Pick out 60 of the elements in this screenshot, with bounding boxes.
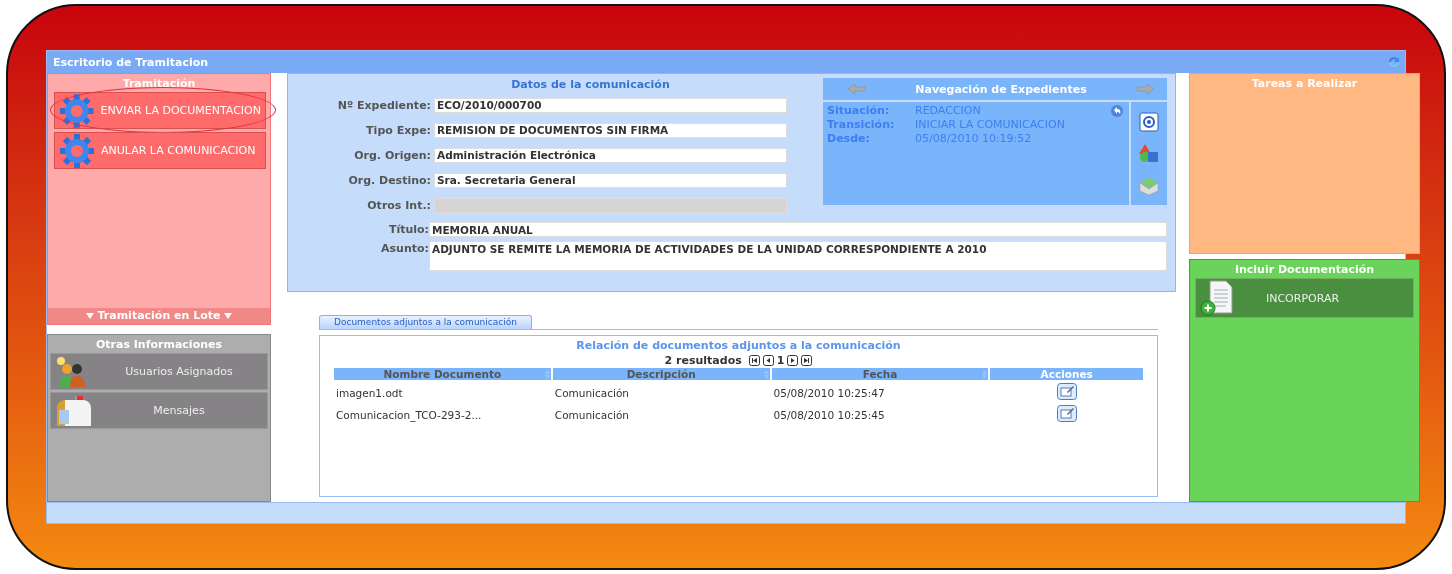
input-field[interactable]: ECO/2010/000700 [434, 98, 787, 113]
action-button[interactable]: ENVIAR LA DOCUMENTACION [54, 92, 266, 129]
column-header[interactable]: Acciones [990, 368, 1143, 380]
next-page-icon[interactable] [787, 355, 799, 366]
table-cell-text: imagen1.odt [335, 385, 404, 401]
field-label: Nº Expediente: [336, 99, 432, 112]
info-value: REDACCION [915, 104, 981, 118]
input-field[interactable]: ADJUNTO SE REMITE LA MEMORIA DE ACTIVIDADES DE LA UNIDAD CORRESPONDIENTE A 2010 [429, 241, 1167, 271]
table-cell-text: Comunicación [553, 385, 630, 401]
field-label: Título: [387, 222, 429, 236]
down-triangle-icon [224, 313, 233, 319]
info-value: 05/08/2010 10:19:52 [915, 132, 1032, 146]
info-label: Transición: [827, 118, 896, 132]
down-triangle-icon [85, 313, 94, 319]
first-page-icon[interactable] [748, 355, 760, 366]
undo-icon[interactable] [1111, 105, 1123, 117]
column-header[interactable]: Fecha [771, 368, 989, 380]
table-cell-text: 05/08/2010 10:25:47 [772, 385, 886, 401]
action-button[interactable]: ANULAR LA COMUNICACION [54, 132, 266, 169]
input-field[interactable]: MEMORIA ANUAL [429, 222, 1167, 237]
refresh-icon[interactable] [1387, 55, 1401, 69]
column-header[interactable]: Descripción [552, 368, 770, 380]
window-title: Escritorio de Tramitacion [53, 55, 209, 69]
incorporar-button[interactable]: INCORPORAR [1195, 278, 1414, 318]
tab[interactable]: Documentos adjuntos a la comunicación [319, 315, 532, 329]
panel-title: Incluir Documentación [1233, 262, 1376, 278]
column-header[interactable]: Nombre Documento [334, 368, 551, 380]
panel-title: Datos de la comunicación [510, 77, 671, 93]
section-heading: Relación de documentos adjuntos a la comunicación [575, 338, 902, 352]
batch-toggle[interactable]: Tramitación en Lote [48, 308, 270, 324]
previous-page-icon[interactable] [762, 355, 774, 366]
gear-icon [59, 132, 95, 169]
field-label: Tipo Expe: [365, 124, 432, 137]
last-page-icon[interactable] [801, 355, 813, 366]
panel-title: Tramitación [121, 76, 197, 92]
gear-icon [59, 92, 95, 129]
edit-icon[interactable] [1056, 405, 1077, 422]
table-cell-text: 05/08/2010 10:25:45 [772, 407, 886, 423]
field-label: Org. Origen: [353, 149, 432, 162]
panel-title: Tareas a Realizar [1250, 76, 1359, 92]
input-field[interactable]: Administración Electrónica [434, 148, 787, 163]
input-field[interactable]: REMISION DE DOCUMENTOS SIN FIRMA [434, 123, 787, 138]
page-number: 1 [776, 354, 785, 367]
table-cell-text: Comunicación [553, 407, 630, 423]
field-label: Org. Destino: [347, 174, 432, 187]
field-label: Asunto: [380, 241, 429, 255]
info-item[interactable]: Usuarios Asignados [50, 353, 268, 390]
nav-title: Navegación de Expedientes [915, 82, 1087, 96]
info-value: INICIAR LA COMUNICACION [915, 118, 1065, 132]
panel-title: Otras Informaciones [94, 337, 224, 353]
table-cell-text: Comunicacion_TCO-293-2... [335, 407, 483, 424]
field-label: Otros Int.: [366, 199, 432, 212]
input-field[interactable]: Sra. Secretaria General [434, 173, 787, 188]
info-item[interactable]: Mensajes [50, 392, 268, 429]
result-count: 2 resultados [664, 354, 742, 367]
info-label: Desde: [827, 132, 871, 146]
shapes-icon[interactable] [1138, 143, 1160, 164]
info-label: Situación: [827, 104, 891, 118]
edit-icon[interactable] [1056, 383, 1077, 400]
add-document-icon [1200, 280, 1236, 316]
